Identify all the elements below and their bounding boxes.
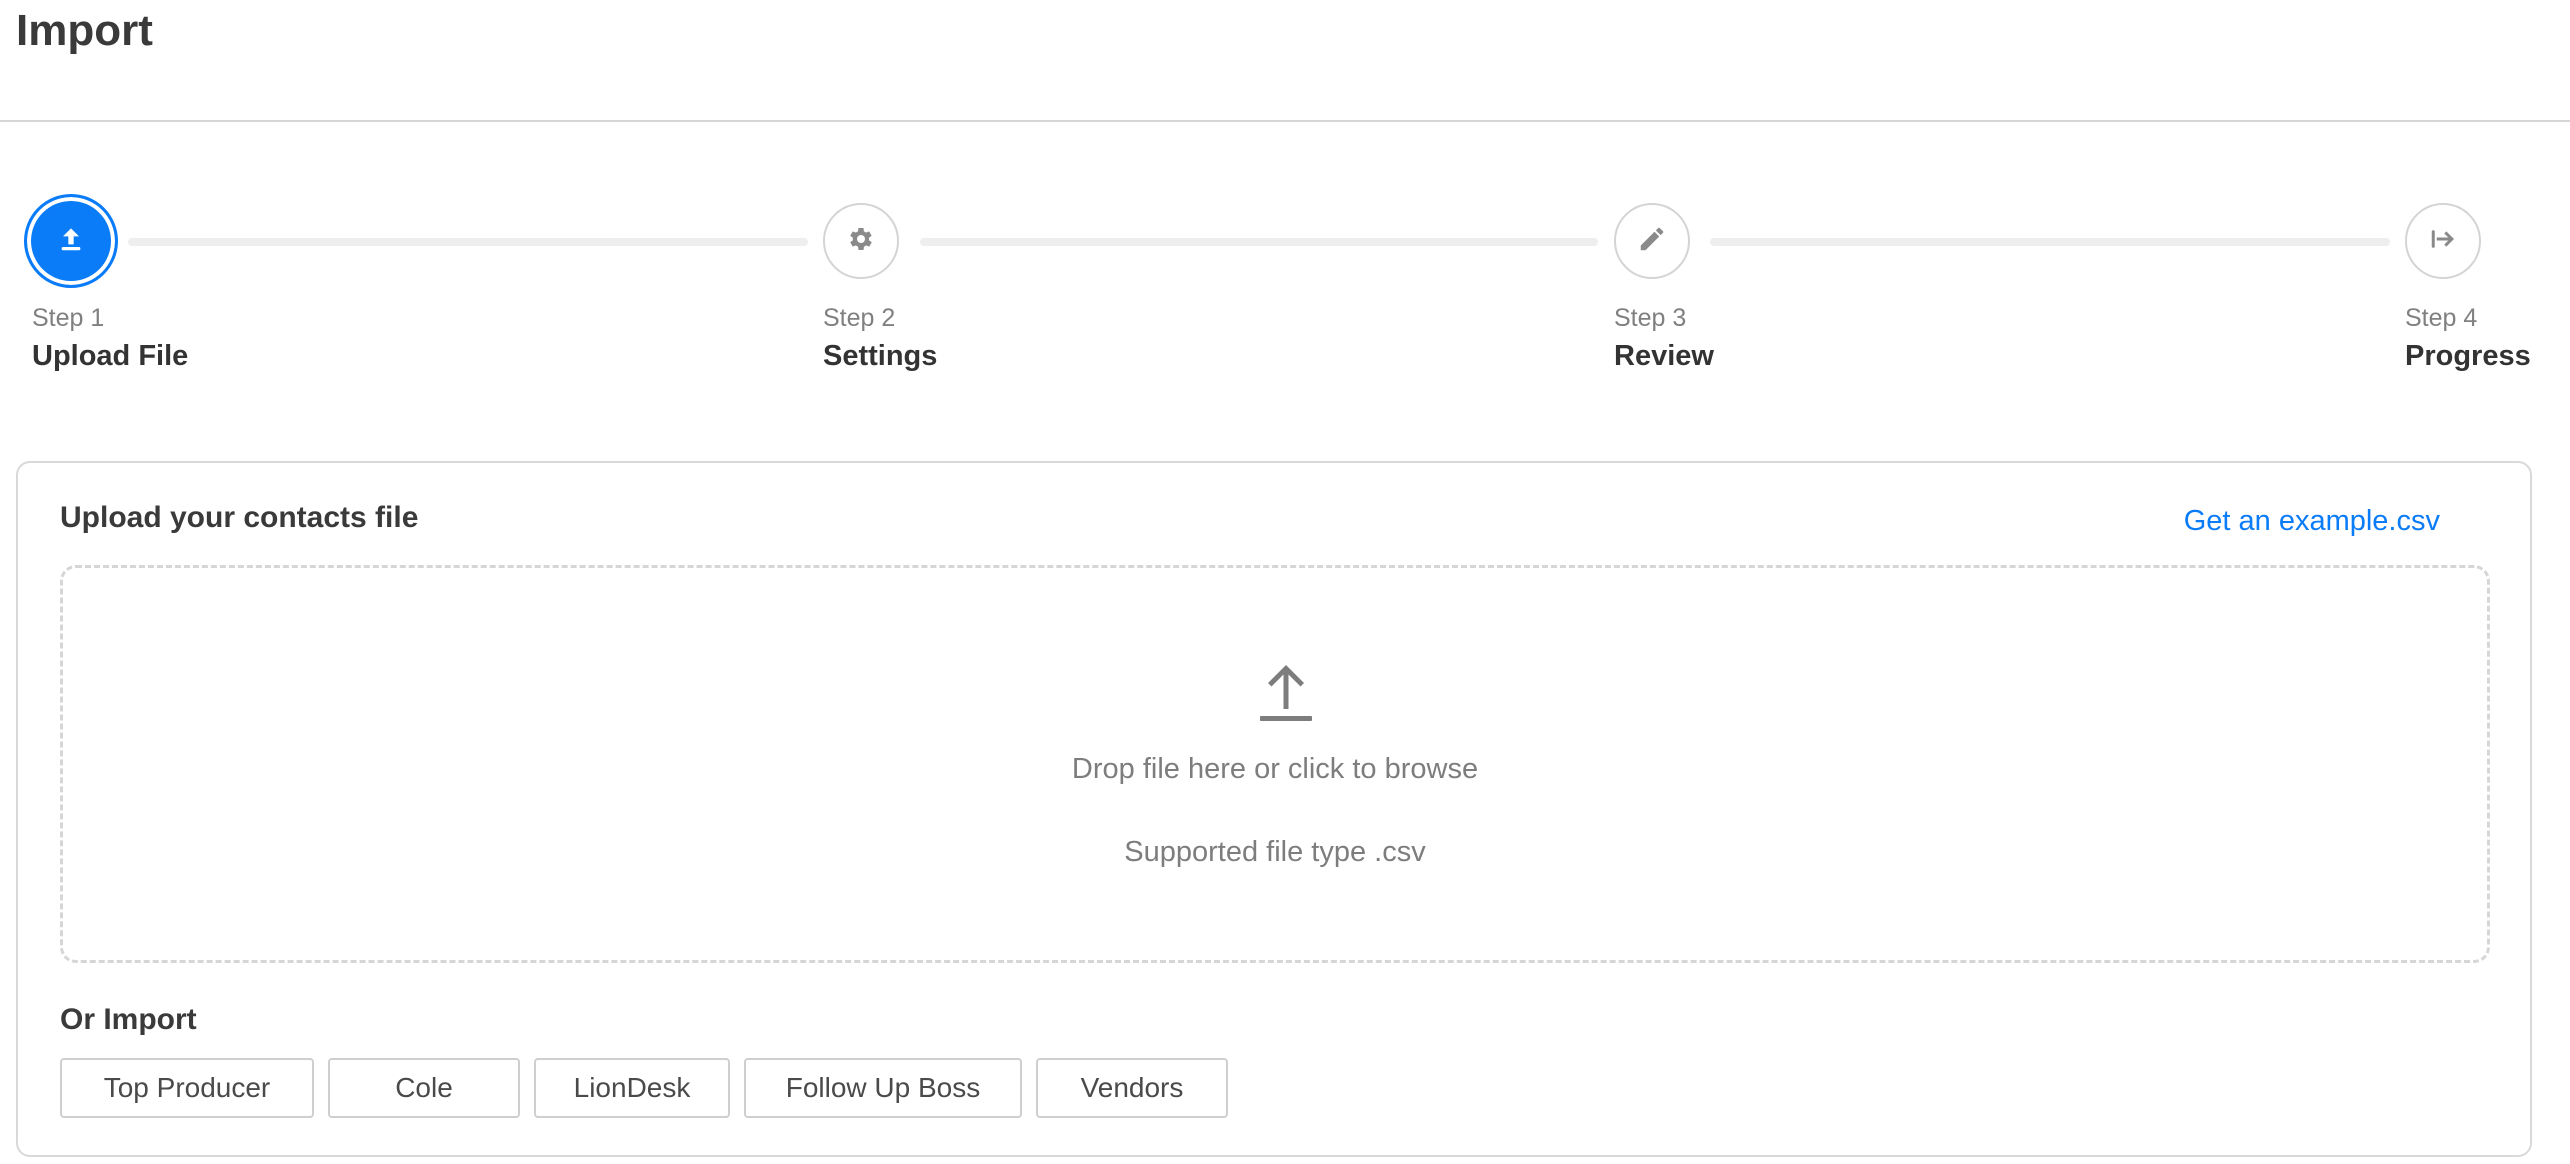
dropzone-supported-types: Supported file type .csv — [1124, 836, 1426, 868]
gear-icon — [846, 224, 876, 259]
upload-icon — [55, 223, 87, 260]
file-dropzone[interactable]: Drop file here or click to browse Suppor… — [60, 565, 2490, 963]
step-2-circle[interactable] — [823, 203, 899, 279]
import-cole-button[interactable]: Cole — [328, 1058, 520, 1118]
step-3-circle[interactable] — [1614, 203, 1690, 279]
step-connector-1-2 — [128, 238, 808, 246]
page-title: Import — [16, 6, 153, 55]
step-connector-2-3 — [920, 238, 1598, 246]
step-1-circle[interactable] — [24, 194, 118, 288]
import-follow-up-boss-button[interactable]: Follow Up Boss — [744, 1058, 1022, 1118]
import-vendors-button[interactable]: Vendors — [1036, 1058, 1228, 1118]
upload-arrow-icon — [1258, 663, 1314, 723]
step-connector-3-4 — [1710, 238, 2390, 246]
step-2-name: Settings — [823, 340, 938, 372]
dropzone-main-text: Drop file here or click to browse — [1071, 753, 1479, 785]
arrow-right-to-bar-icon — [2428, 224, 2458, 259]
step-1-number: Step 1 — [32, 304, 105, 332]
example-csv-link[interactable]: Get an example.csv — [2184, 505, 2440, 538]
import-top-producer-button[interactable]: Top Producer — [60, 1058, 314, 1118]
import-liondesk-button[interactable]: LionDesk — [534, 1058, 730, 1118]
step-3-number: Step 3 — [1614, 304, 1687, 332]
step-1-name: Upload File — [32, 340, 189, 372]
upload-card-title: Upload your contacts file — [60, 501, 419, 534]
header-divider — [0, 120, 2570, 122]
or-import-heading: Or Import — [60, 1003, 197, 1036]
import-page: Import Step 1 Upload File Step 2 Setting… — [0, 0, 2570, 1164]
pencil-icon — [1637, 224, 1667, 259]
step-4-name: Progress — [2405, 340, 2531, 372]
step-4-number: Step 4 — [2405, 304, 2478, 332]
step-4-circle[interactable] — [2405, 203, 2481, 279]
step-2-number: Step 2 — [823, 304, 896, 332]
step-3-name: Review — [1614, 340, 1714, 372]
upload-card: Upload your contacts file Get an example… — [16, 461, 2532, 1157]
